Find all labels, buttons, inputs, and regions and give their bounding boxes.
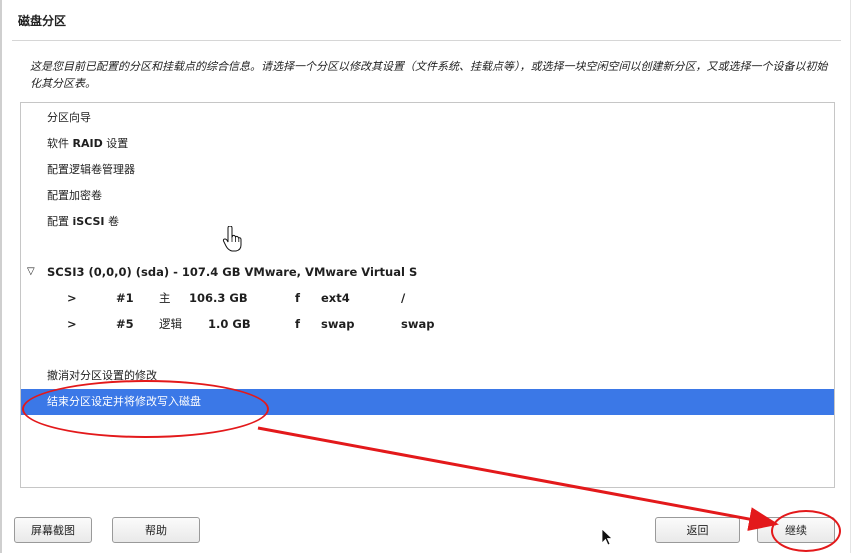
partition-list: 分区向导 软件 RAID 设置 配置逻辑卷管理器 配置加密卷 配置 iSCSI … [20,102,835,488]
label-bold: RAID [72,137,103,150]
help-button[interactable]: 帮助 [112,517,200,543]
chevron-right-icon: > [67,317,77,331]
title-divider [12,40,841,41]
menu-item-lvm[interactable]: 配置逻辑卷管理器 [21,157,834,183]
chevron-right-icon: > [67,291,77,305]
menu-item-label: 配置加密卷 [47,189,102,202]
label-prefix: 配置 [47,215,73,228]
triangle-down-icon[interactable]: ▽ [27,259,35,285]
partition-row[interactable]: > #5 逻辑 1.0 GB f swap swap [21,311,834,337]
label-suffix: 卷 [104,215,119,228]
hand-cursor-icon [222,226,242,252]
back-button[interactable]: 返回 [655,517,740,543]
partition-type: 逻辑 [159,317,182,331]
partition-number: #1 [116,291,134,305]
menu-item-label: 分区向导 [47,111,91,124]
partition-flag: f [295,317,301,331]
partition-mount: swap [401,317,435,331]
label-prefix: 软件 [47,137,73,150]
partition-row[interactable]: > #1 主 106.3 GB f ext4 / [21,285,834,311]
partition-flag: f [295,291,301,305]
disk-label: SCSI3 (0,0,0) (sda) - 107.4 GB VMware, V… [47,265,418,279]
partition-type: 主 [159,291,171,305]
label-bold: iSCSI [72,215,105,228]
menu-item-partition-wizard[interactable]: 分区向导 [21,105,834,131]
label-suffix: 设置 [102,137,129,150]
partition-size: 1.0 GB [208,317,251,331]
page-description: 这是您目前已配置的分区和挂载点的综合信息。请选择一个分区以修改其设置（文件系统、… [30,60,828,90]
menu-item-label: 软件 RAID 设置 [47,131,128,157]
arrow-cursor-icon [601,528,613,546]
menu-item-iscsi[interactable]: 配置 iSCSI 卷 [21,209,834,235]
partition-number: #5 [116,317,134,331]
partition-mount: / [401,291,406,305]
finish-partitioning-item[interactable]: 结束分区设定并将修改写入磁盘 [21,389,834,415]
menu-item-software-raid[interactable]: 软件 RAID 设置 [21,131,834,157]
partition-fs: ext4 [321,291,350,305]
finish-partitioning-label: 结束分区设定并将修改写入磁盘 [47,395,201,408]
menu-item-label: 配置逻辑卷管理器 [47,163,135,176]
partition-size: 106.3 GB [189,291,248,305]
undo-changes-item[interactable]: 撤消对分区设置的修改 [21,363,834,389]
undo-changes-label: 撤消对分区设置的修改 [47,369,157,382]
continue-button[interactable]: 继续 [757,517,835,543]
partition-fs: swap [321,317,355,331]
menu-item-encrypted-volume[interactable]: 配置加密卷 [21,183,834,209]
screenshot-button[interactable]: 屏幕截图 [14,517,92,543]
page-title: 磁盘分区 [18,14,67,28]
menu-item-label: 配置 iSCSI 卷 [47,209,119,235]
disk-sda-row[interactable]: ▽ SCSI3 (0,0,0) (sda) - 107.4 GB VMware,… [21,259,834,285]
